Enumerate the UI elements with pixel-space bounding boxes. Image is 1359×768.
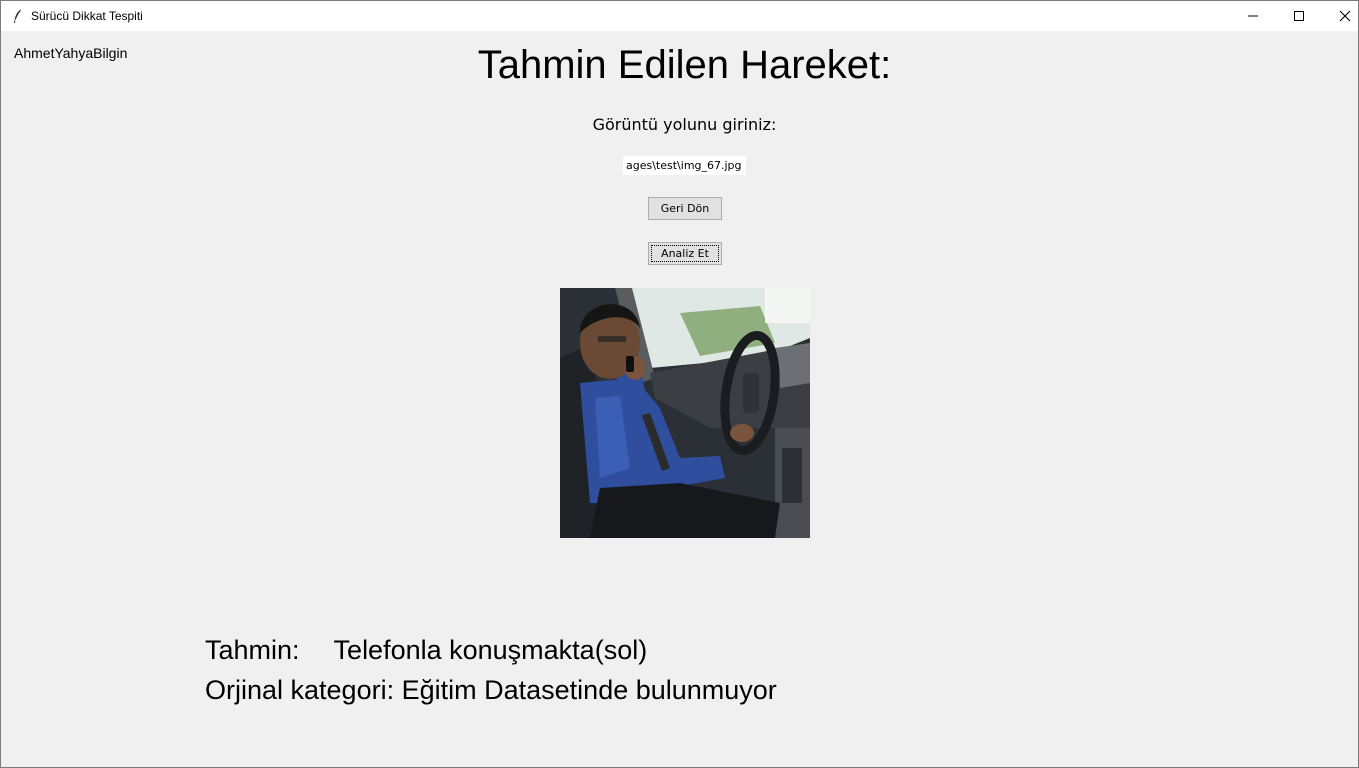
title-bar[interactable]: Sürücü Dikkat Tespiti: [1, 1, 1358, 31]
back-button[interactable]: Geri Dön: [648, 197, 722, 220]
close-button[interactable]: [1322, 1, 1359, 31]
maximize-button[interactable]: [1276, 1, 1322, 31]
category-label: Orjinal kategori:: [205, 675, 395, 705]
prediction-line: Tahmin: Telefonla konuşmakta(sol): [205, 635, 647, 666]
analyze-button[interactable]: Analiz Et: [648, 242, 722, 265]
feather-icon: [11, 8, 25, 24]
page-title: Tahmin Edilen Hareket:: [477, 43, 892, 87]
minimize-button[interactable]: [1230, 1, 1276, 31]
driver-image: [560, 288, 810, 538]
app-window: Sürücü Dikkat Tespiti AhmetYahyaBilgin T…: [0, 0, 1359, 768]
prediction-value: Telefonla konuşmakta(sol): [333, 635, 648, 665]
main-content: AhmetYahyaBilgin Tahmin Edilen Hareket: …: [1, 31, 1358, 767]
prediction-label: Tahmin:: [205, 635, 300, 665]
window-title: Sürücü Dikkat Tespiti: [31, 9, 143, 23]
path-label: Görüntü yolunu giriniz:: [592, 115, 777, 134]
image-path-input[interactable]: ages\test\img_67.jpg: [623, 156, 746, 175]
maximize-icon: [1293, 10, 1305, 22]
category-value: Eğitim Datasetinde bulunmuyor: [401, 675, 777, 705]
minimize-icon: [1247, 10, 1259, 22]
category-line: Orjinal kategori: Eğitim Datasetinde bul…: [205, 675, 777, 706]
close-icon: [1339, 10, 1351, 22]
